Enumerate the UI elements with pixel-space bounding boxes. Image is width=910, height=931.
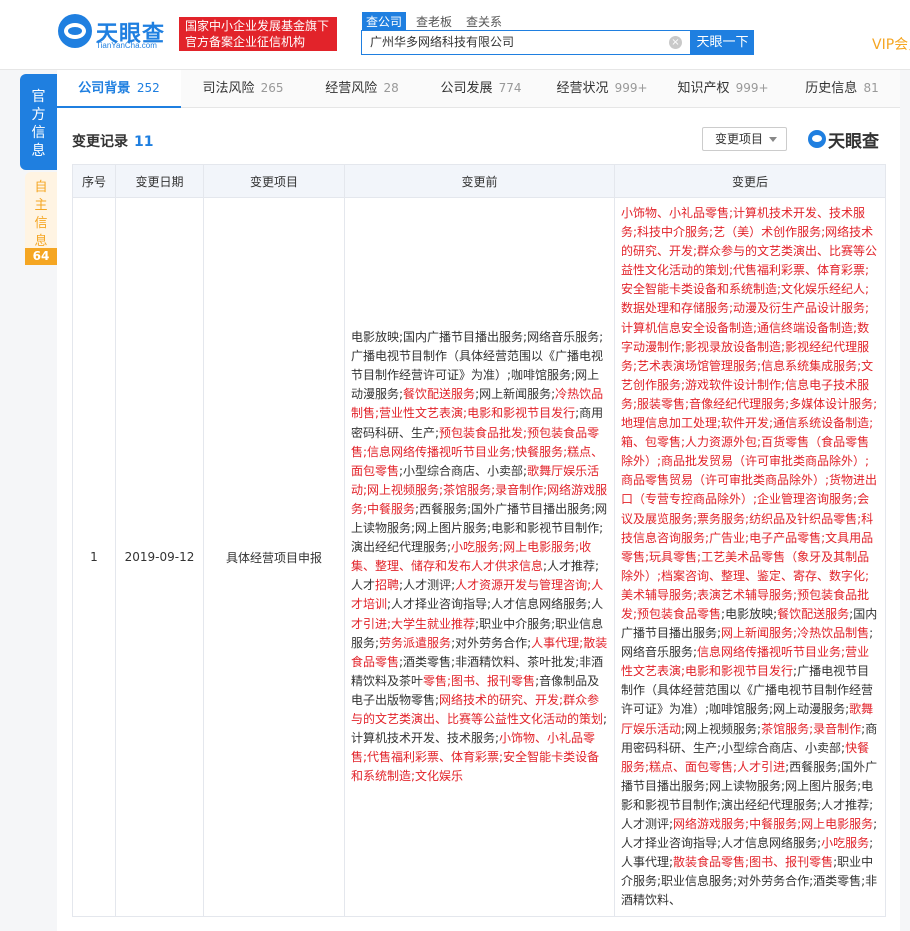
sidebar-self-count: 64 xyxy=(25,248,57,265)
sidebar-official-info[interactable]: 官方信息 xyxy=(20,74,57,170)
text-segment: ;人才择业咨询指导;人才信息网络服务;人 xyxy=(387,597,604,612)
text-segment: ;电影放映; xyxy=(721,606,778,621)
main-panel: 公司背景 252 司法风险 265 经营风险 28 公司发展 774 经营状况 … xyxy=(57,70,900,931)
row-index: 1 xyxy=(72,196,116,918)
tab-count: 999+ xyxy=(614,81,648,95)
text-segment: ;网上新闻服务; xyxy=(475,387,556,402)
changed-text-segment: 才引进;大学生就业推荐 xyxy=(351,616,476,631)
category-tabs: 公司背景 252 司法风险 265 经营风险 28 公司发展 774 经营状况 … xyxy=(57,70,900,108)
changed-text-segment: 散装食品零售;图书、报刊零售 xyxy=(673,855,834,870)
chevron-down-icon xyxy=(769,137,777,142)
tab-operation-status[interactable]: 经营状况 999+ xyxy=(546,70,658,108)
changed-text-segment: 零售;图书、报刊零售 xyxy=(423,673,536,688)
tab-count: 252 xyxy=(136,81,160,95)
watermark-eye-icon xyxy=(808,130,826,148)
text-segment: ;对外劳务合作; xyxy=(451,635,532,650)
tab-label: 公司发展 xyxy=(440,81,493,96)
tab-business-risk[interactable]: 经营风险 28 xyxy=(312,70,412,108)
tianyancha-logo[interactable]: 天眼查 TianYanCha.com xyxy=(58,14,170,54)
changed-text-segment: 餐饮配送服务 xyxy=(403,387,476,402)
tab-count: 28 xyxy=(383,81,399,95)
tab-history-info[interactable]: 历史信息 81 xyxy=(792,70,892,108)
table-row: 1 2019-09-12 具体经营项目申报 电影放映;国内广播节目播出服务;网络… xyxy=(72,196,886,918)
column-header-before: 变更前 xyxy=(344,164,615,198)
section-count: 11 xyxy=(134,134,154,150)
text-segment: ;人才测评; xyxy=(399,578,456,593)
tab-label: 经营风险 xyxy=(325,81,378,96)
changed-text-segment: 网上新闻服务;冷热饮品制售 xyxy=(721,626,870,641)
column-header-item: 变更项目 xyxy=(203,164,345,198)
table-header-row: 序号 变更日期 变更项目 变更前 变更后 xyxy=(72,164,886,198)
sidebar-self-label: 自主信息 xyxy=(34,180,48,249)
changed-text-segment: 小饰物、小礼品零售;计算机技术开发、技术服务;科技中介服务;艺（美）术创作服务;… xyxy=(621,206,878,621)
row-change-item: 具体经营项目申报 xyxy=(203,196,345,918)
tab-company-background[interactable]: 公司背景 252 xyxy=(57,70,181,108)
section-title-text: 变更记录 xyxy=(72,134,128,150)
tab-count: 999+ xyxy=(735,81,769,95)
section-title: 变更记录 11 xyxy=(72,131,153,151)
tab-count: 81 xyxy=(863,81,879,95)
change-record-table: 序号 变更日期 变更项目 变更前 变更后 1 2019-09-12 具体经营项目… xyxy=(72,164,886,918)
row-date: 2019-09-12 xyxy=(115,196,204,918)
search-type-tabs: 查公司 查老板 查关系 xyxy=(362,12,512,31)
watermark-text: 天眼查 xyxy=(828,132,879,152)
tab-intellectual-property[interactable]: 知识产权 999+ xyxy=(667,70,779,108)
clear-icon[interactable]: × xyxy=(669,36,682,49)
search-input[interactable]: 广州华多网络科技有限公司 × xyxy=(361,30,691,55)
column-header-date: 变更日期 xyxy=(115,164,204,198)
changed-text-segment: 餐饮配送服务 xyxy=(777,606,850,621)
text-segment: ;小型综合商店、小卖部; xyxy=(399,463,528,478)
changed-text-segment: 招聘 xyxy=(375,578,400,593)
filter-label: 变更项目 xyxy=(715,132,764,146)
search-tab-boss[interactable]: 查老板 xyxy=(412,12,456,31)
changed-text-segment: 茶馆服务;录音制作 xyxy=(761,721,862,736)
tab-label: 公司背景 xyxy=(78,81,131,96)
change-item-filter-dropdown[interactable]: 变更项目 xyxy=(702,127,787,151)
changed-text-segment: 网络游戏服务;中餐服务;网上电影服务 xyxy=(673,817,874,831)
row-after-content: 小饰物、小礼品零售;计算机技术开发、技术服务;科技中介服务;艺（美）术创作服务;… xyxy=(614,196,886,918)
tab-company-development[interactable]: 公司发展 774 xyxy=(429,70,533,108)
official-badge: 国家中小企业发展基金旗下 官方备案企业征信机构 xyxy=(179,17,337,51)
search-tab-company[interactable]: 查公司 xyxy=(362,12,407,31)
badge-line-1: 国家中小企业发展基金旗下 xyxy=(185,19,330,33)
column-header-index: 序号 xyxy=(72,164,116,198)
sidebar-official-label: 官方信息 xyxy=(31,89,46,159)
tab-label: 经营状况 xyxy=(556,81,609,96)
search-button[interactable]: 天眼一下 xyxy=(691,30,754,55)
row-before-content: 电影放映;国内广播节目播出服务;网络音乐服务;广播电视节目制作（具体经营范围以《… xyxy=(344,196,615,918)
tab-label: 司法风险 xyxy=(202,81,255,96)
changed-text-segment: 小吃服务 xyxy=(821,836,870,851)
column-header-after: 变更后 xyxy=(614,164,886,198)
tab-label: 历史信息 xyxy=(805,81,858,96)
tab-count: 265 xyxy=(260,81,284,95)
search-tab-relation[interactable]: 查关系 xyxy=(462,12,506,31)
tab-label: 知识产权 xyxy=(677,81,730,96)
logo-eye-icon xyxy=(58,14,92,48)
vip-link[interactable]: VIP会员 xyxy=(872,34,910,54)
search-input-value: 广州华多网络科技有限公司 xyxy=(370,35,515,49)
changed-text-segment: 劳务派遣服务 xyxy=(379,635,452,650)
top-header: 天眼查 TianYanCha.com 国家中小企业发展基金旗下 官方备案企业征信… xyxy=(0,0,910,70)
tab-legal-risk[interactable]: 司法风险 265 xyxy=(189,70,297,108)
tab-count: 774 xyxy=(498,81,522,95)
logo-subtext: TianYanCha.com xyxy=(96,41,157,50)
text-segment: ;网上视频服务; xyxy=(681,721,762,736)
badge-line-2: 官方备案企业征信机构 xyxy=(185,35,306,49)
